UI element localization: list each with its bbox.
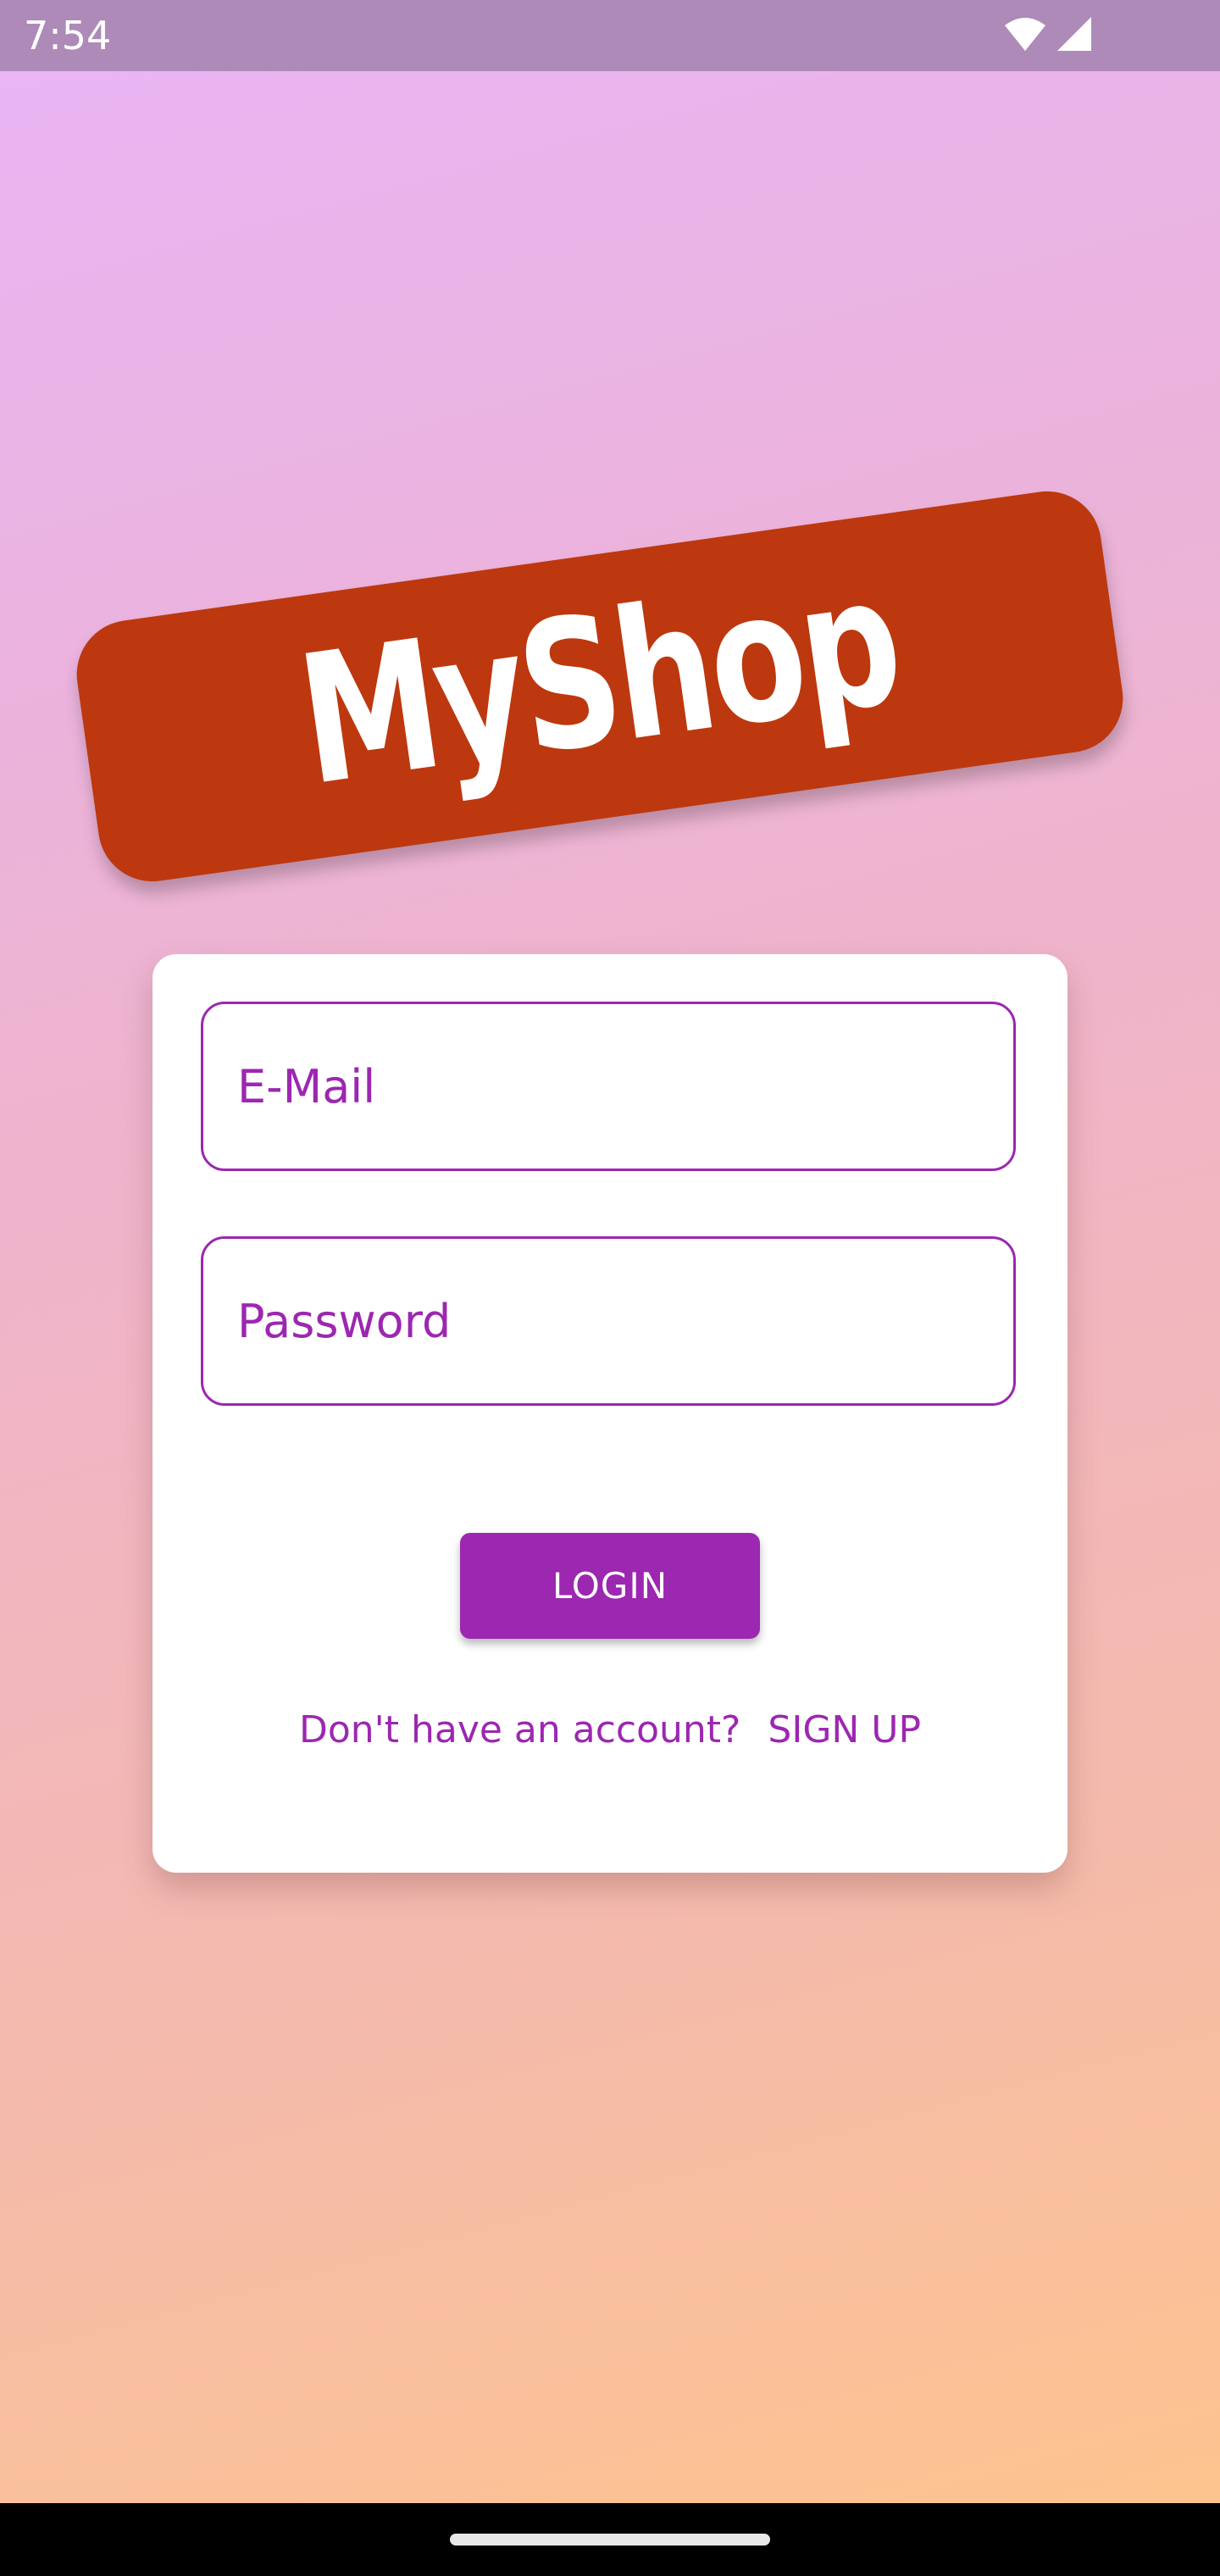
signup-link[interactable]: SIGN UP bbox=[768, 1708, 921, 1752]
login-button[interactable]: LOGIN bbox=[460, 1533, 760, 1639]
cell-signal-icon bbox=[1056, 15, 1093, 57]
status-bar: 7:54 bbox=[0, 0, 1220, 71]
signup-prompt: Don't have an account? bbox=[298, 1708, 741, 1752]
email-input[interactable] bbox=[203, 1004, 1013, 1169]
status-time: 7:54 bbox=[24, 13, 112, 58]
email-field[interactable] bbox=[201, 1002, 1016, 1171]
signup-row: Don't have an account? SIGN UP bbox=[152, 1708, 1068, 1752]
home-indicator[interactable] bbox=[450, 2534, 770, 2545]
password-input[interactable] bbox=[203, 1239, 1013, 1403]
password-field[interactable] bbox=[201, 1236, 1016, 1406]
logo-banner: MyShop bbox=[69, 484, 1130, 889]
app-title: MyShop bbox=[288, 536, 910, 826]
wifi-icon bbox=[1003, 15, 1047, 57]
login-card: LOGIN Don't have an account? SIGN UP bbox=[152, 954, 1068, 1873]
status-icons bbox=[1003, 15, 1093, 56]
navigation-bar bbox=[0, 2503, 1220, 2576]
login-screen: 7:54 MyShop LOGIN Don't have an accou bbox=[0, 0, 1220, 2576]
